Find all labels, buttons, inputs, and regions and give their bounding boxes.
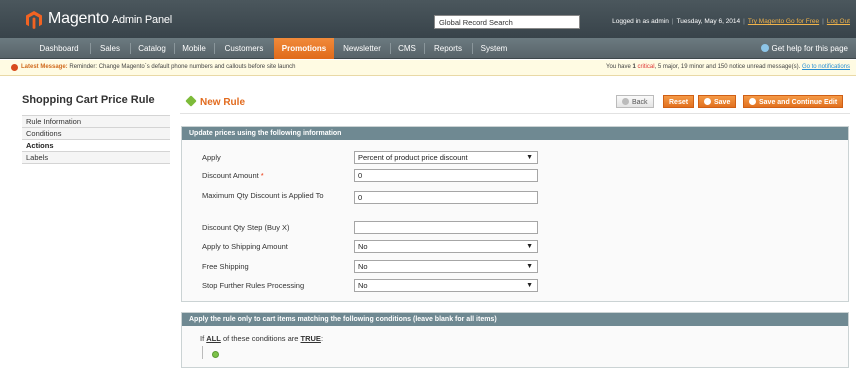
discount-step-input[interactable] [354,221,538,234]
discount-step-label: Discount Qty Step (Buy X) [202,223,290,232]
dropdown-arrow-icon: ▼ [526,154,533,161]
aggregator-toggle[interactable]: ALL [206,334,221,343]
user-bar: Logged in as admin | Tuesday, May 6, 2014 |… [612,18,850,25]
nav-newsletter[interactable]: Newsletter [336,38,388,59]
sidebar-title: Shopping Cart Price Rule [22,94,155,106]
page-title: New Rule [185,95,245,108]
apply-select[interactable]: Percent of product price discount ▼ [354,151,538,164]
condition-statement: If ALL of these conditions are TRUE: [200,334,324,343]
max-qty-label: Maximum Qty Discount is Applied To [202,191,324,200]
magento-logo-icon [26,11,42,29]
admin-header: Magento Admin Panel Global Record Search … [0,0,856,38]
stop-rules-select[interactable]: No ▼ [354,279,538,292]
reset-button[interactable]: Reset [663,95,695,108]
save-icon [704,98,711,105]
nav-dashboard[interactable]: Dashboard [30,38,88,59]
tab-labels[interactable]: Labels [22,152,170,164]
action-conditions-fieldset: Apply the rule only to cart items matchi… [181,312,849,368]
back-icon [622,98,629,105]
nav-catalog[interactable]: Catalog [132,38,172,59]
date-text: Tuesday, May 6, 2014 [676,18,741,25]
action-conditions-header: Apply the rule only to cart items matchi… [182,313,848,326]
save-continue-icon [749,98,756,105]
dropdown-arrow-icon: ▼ [526,243,533,250]
alert-icon [11,64,18,71]
tab-conditions[interactable]: Conditions [22,128,170,140]
logo-text: Magento Admin Panel [48,10,173,27]
help-link[interactable]: Get help for this page [760,38,848,59]
message-bar: Latest Message: Reminder: Change Magento… [0,60,856,76]
nav-system[interactable]: System [474,38,514,59]
discount-amount-label: Discount Amount * [202,171,264,180]
stop-rules-label: Stop Further Rules Processing [202,281,305,290]
nav-mobile[interactable]: Mobile [176,38,212,59]
save-and-continue-button[interactable]: Save and Continue Edit [743,95,844,108]
help-icon [760,44,769,52]
title-divider [180,113,850,114]
logout-link[interactable]: Log Out [827,18,850,25]
dropdown-arrow-icon: ▼ [526,282,533,289]
global-search-input[interactable]: Global Record Search [434,15,580,29]
apply-label: Apply [202,153,221,162]
apply-shipping-label: Apply to Shipping Amount [202,242,288,251]
try-magento-go-link[interactable]: Try Magento Go for Free [748,18,819,25]
nav-promotions[interactable]: Promotions [274,38,334,59]
notification-summary: You have 1 critical, 5 major, 19 minor a… [606,64,850,70]
nav-reports[interactable]: Reports [426,38,470,59]
sidebar-tabs: Rule Information Conditions Actions Labe… [22,115,170,164]
nav-customers[interactable]: Customers [216,38,272,59]
tab-actions[interactable]: Actions [22,140,170,152]
add-condition-icon[interactable] [212,351,219,358]
tab-rule-information[interactable]: Rule Information [22,116,170,128]
actions-fieldset-header: Update prices using the following inform… [182,127,848,140]
dropdown-arrow-icon: ▼ [526,263,533,270]
apply-shipping-select[interactable]: No ▼ [354,240,538,253]
nav-cms[interactable]: CMS [392,38,422,59]
actions-fieldset: Update prices using the following inform… [181,126,849,302]
edit-icon [185,95,197,107]
back-button[interactable]: Back [616,95,654,108]
logged-in-text: Logged in as admin [612,18,669,25]
discount-amount-input[interactable]: 0 [354,169,538,182]
go-to-notifications-link[interactable]: Go to notifications [802,64,850,70]
max-qty-input[interactable]: 0 [354,191,538,204]
condition-tree-line [202,346,203,359]
value-toggle[interactable]: TRUE [301,334,321,343]
latest-message: Latest Message: Reminder: Change Magento… [21,64,296,70]
free-shipping-label: Free Shipping [202,262,249,271]
free-shipping-select[interactable]: No ▼ [354,260,538,273]
nav-sales[interactable]: Sales [92,38,128,59]
main-nav: Dashboard Sales Catalog Mobile Customers… [0,38,856,59]
save-button[interactable]: Save [698,95,737,108]
